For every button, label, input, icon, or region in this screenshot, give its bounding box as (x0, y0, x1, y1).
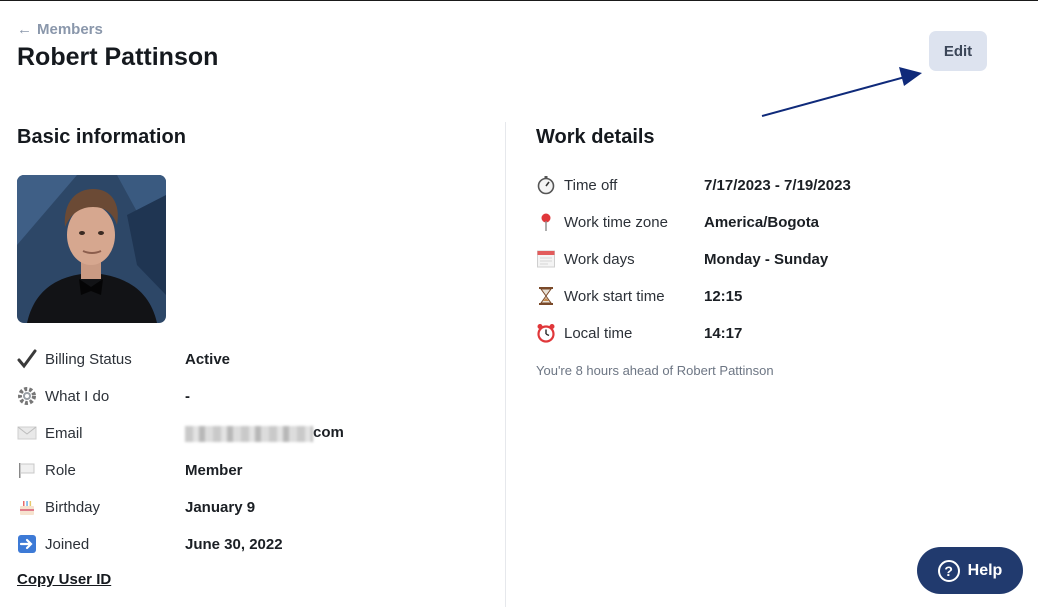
page-title: Robert Pattinson (17, 43, 219, 71)
column-divider (505, 122, 506, 607)
redacted-email (185, 425, 313, 442)
work-start-time-value: 12:15 (704, 287, 743, 305)
help-label: Help (967, 561, 1003, 579)
billing-status-label: Billing Status (45, 350, 132, 368)
local-time-row: Local time 14:17 (536, 321, 742, 345)
top-border (0, 0, 1038, 1)
work-time-zone-label: Work time zone (564, 213, 668, 231)
birthday-value: January 9 (185, 498, 256, 516)
work-start-time-row: Work start time 12:15 (536, 284, 742, 308)
role-value: Member (185, 461, 243, 479)
email-domain-suffix: com (313, 424, 344, 442)
work-days-label: Work days (564, 250, 635, 268)
role-label: Role (45, 461, 76, 479)
billing-status-value: Active (185, 350, 231, 368)
email-label: Email (45, 424, 83, 442)
joined-label: Joined (45, 535, 90, 553)
what-i-do-value: - (185, 387, 190, 405)
email-row: Email com (17, 421, 344, 445)
birthday-label: Birthday (45, 498, 101, 516)
work-days-row: Work days Monday - Sunday (536, 247, 828, 271)
question-icon: ? (937, 559, 960, 582)
alarm-clock-icon (536, 323, 556, 343)
hourglass-icon (536, 286, 556, 306)
cake-icon (17, 497, 37, 517)
local-time-value: 14:17 (704, 324, 743, 342)
birthday-row: Birthday January 9 (17, 495, 255, 519)
work-start-time-label: Work start time (564, 287, 665, 305)
avatar (17, 175, 166, 323)
flag-icon (17, 460, 37, 480)
joined-value: June 30, 2022 (185, 535, 283, 553)
pin-icon (536, 212, 556, 232)
email-value: com (185, 424, 344, 442)
work-time-zone-row: Work time zone America/Bogota (536, 210, 819, 234)
help-button[interactable]: ? Help (917, 547, 1023, 594)
role-row: Role Member (17, 458, 243, 482)
time-off-value: 7/17/2023 - 7/19/2023 (704, 176, 851, 194)
billing-status-row: Billing Status Active (17, 347, 230, 371)
time-off-row: Time off 7/17/2023 - 7/19/2023 (536, 173, 851, 197)
what-i-do-label: What I do (45, 387, 110, 405)
back-link-label: Members (37, 21, 103, 38)
back-to-members-link[interactable]: ← Members (17, 21, 103, 38)
arrow-right-icon (17, 534, 37, 554)
edit-button[interactable]: Edit (929, 31, 987, 71)
gear-icon (17, 386, 37, 406)
work-time-zone-value: America/Bogota (704, 213, 820, 231)
time-difference-note: You're 8 hours ahead of Robert Pattinson (536, 363, 774, 378)
joined-row: Joined June 30, 2022 (17, 532, 283, 556)
work-details-title: Work details (536, 126, 655, 148)
work-days-value: Monday - Sunday (704, 250, 829, 268)
check-icon (17, 349, 37, 369)
local-time-label: Local time (564, 324, 633, 342)
calendar-icon (536, 249, 556, 269)
basic-information-title: Basic information (17, 126, 186, 148)
what-i-do-row: What I do - (17, 384, 190, 408)
copy-user-id-link[interactable]: Copy User ID (17, 571, 111, 588)
stopwatch-icon (536, 175, 556, 195)
envelope-icon (17, 423, 37, 443)
arrow-left-icon: ← (17, 21, 32, 38)
time-off-label: Time off (564, 176, 618, 194)
